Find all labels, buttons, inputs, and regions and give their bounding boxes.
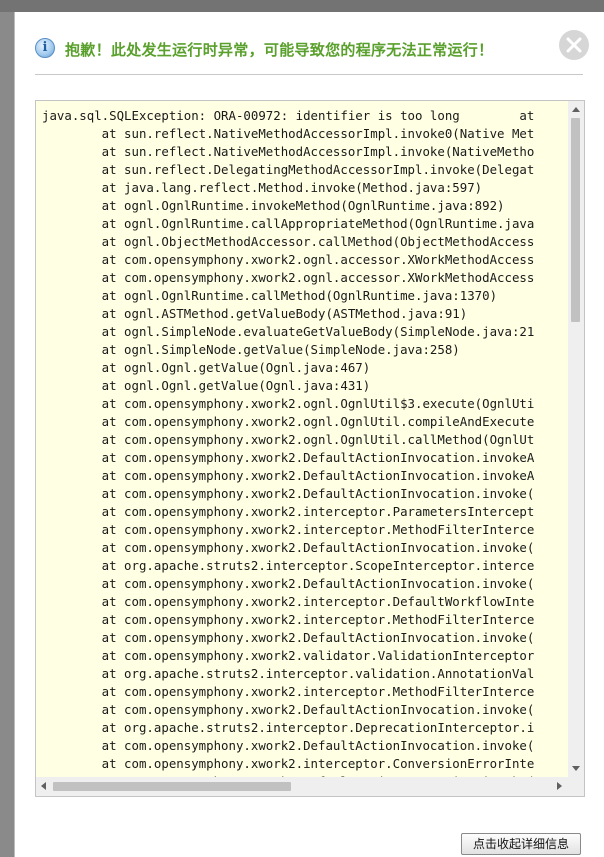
stack-trace-line: at com.opensymphony.xwork2.interceptor.M… [42,522,535,537]
stack-trace-panel[interactable]: java.sql.SQLException: ORA-00972: identi… [35,100,585,797]
info-icon: i [35,38,55,58]
header-divider [35,74,583,75]
stack-trace-line: at com.opensymphony.xwork2.interceptor.D… [42,594,535,609]
stack-trace-line: at com.opensymphony.xwork2.interceptor.P… [42,504,535,519]
stack-trace-line: at com.opensymphony.xwork2.DefaultAction… [42,702,535,717]
stack-trace-line: at com.opensymphony.xwork2.DefaultAction… [42,738,535,753]
stack-trace-line: at com.opensymphony.xwork2.DefaultAction… [42,468,535,483]
stack-trace-line: at com.opensymphony.xwork2.DefaultAction… [42,486,535,501]
stack-trace-line: at com.opensymphony.xwork2.DefaultAction… [42,540,535,555]
stack-trace-line: at sun.reflect.NativeMethodAccessorImpl.… [42,126,535,141]
stack-trace-line: at com.opensymphony.xwork2.ognl.OgnlUtil… [42,396,535,411]
stack-trace-line: java.sql.SQLException: ORA-00972: identi… [42,108,535,123]
vertical-scroll-thumb[interactable] [571,118,580,322]
stack-trace-line: at ognl.ObjectMethodAccessor.callMethod(… [42,234,535,249]
stack-trace-line: at com.opensymphony.xwork2.ognl.accessor… [42,252,535,267]
stack-trace-line: at com.opensymphony.xwork2.ognl.OgnlUtil… [42,414,535,429]
stack-trace-line: at org.apache.struts2.interceptor.valida… [42,666,535,681]
close-button[interactable] [559,30,589,60]
stack-trace-line: at com.opensymphony.xwork2.DefaultAction… [42,576,535,591]
stack-trace-text: java.sql.SQLException: ORA-00972: identi… [36,101,568,777]
page-top-bar [0,0,604,12]
close-icon [566,37,582,53]
dialog-header: i 抱歉！此处发生运行时异常，可能导致您的程序无法正常运行！ [35,30,595,78]
stack-trace-line: at ognl.Ognl.getValue(Ognl.java:431) [42,378,371,393]
dialog-title: 抱歉！此处发生运行时异常，可能导致您的程序无法正常运行！ [65,41,494,59]
scroll-right-arrow-icon[interactable] [557,782,562,790]
stack-trace-line: at ognl.Ognl.getValue(Ognl.java:467) [42,360,371,375]
stack-trace-line: at ognl.ASTMethod.getValueBody(ASTMethod… [42,306,468,321]
vertical-scrollbar[interactable] [568,101,584,777]
stack-trace-line: at org.apache.struts2.interceptor.ScopeI… [42,558,535,573]
stack-trace-line: at com.opensymphony.xwork2.DefaultAction… [42,630,535,645]
error-dialog: i 抱歉！此处发生运行时异常，可能导致您的程序无法正常运行！ java.sql.… [14,12,604,857]
stack-trace-line: at com.opensymphony.xwork2.ognl.OgnlUtil… [42,432,535,447]
stack-trace-line: at java.lang.reflect.Method.invoke(Metho… [42,180,483,195]
scroll-up-arrow-icon[interactable] [572,107,580,112]
horizontal-scroll-thumb[interactable] [53,782,291,791]
stack-trace-line: at sun.reflect.NativeMethodAccessorImpl.… [42,144,535,159]
stack-trace-line: at com.opensymphony.xwork2.validator.Val… [42,648,535,663]
stack-trace-line: at com.opensymphony.xwork2.ognl.accessor… [42,270,535,285]
stack-trace-line: at ognl.OgnlRuntime.callAppropriateMetho… [42,216,535,231]
stack-trace-line: at com.opensymphony.xwork2.interceptor.M… [42,612,535,627]
stack-trace-viewport: java.sql.SQLException: ORA-00972: identi… [36,101,568,777]
stack-trace-line: at ognl.OgnlRuntime.callMethod(OgnlRunti… [42,288,498,303]
overlay-backdrop [0,12,14,857]
scroll-down-arrow-icon[interactable] [572,766,580,771]
collapse-details-button[interactable]: 点击收起详细信息 [461,833,581,855]
stack-trace-line: at com.opensymphony.xwork2.DefaultAction… [42,450,535,465]
stack-trace-line: at com.opensymphony.xwork2.interceptor.M… [42,684,535,699]
stack-trace-line: at ognl.OgnlRuntime.invokeMethod(OgnlRun… [42,198,505,213]
stack-trace-line: at com.opensymphony.xwork2.interceptor.C… [42,756,535,771]
stack-trace-line: at sun.reflect.DelegatingMethodAccessorI… [42,162,535,177]
horizontal-scrollbar[interactable] [36,777,584,796]
stack-trace-line: at ognl.SimpleNode.getValue(SimpleNode.j… [42,342,460,357]
scroll-left-arrow-icon[interactable] [41,782,46,790]
stack-trace-line: at ognl.SimpleNode.evaluateGetValueBody(… [42,324,535,339]
stack-trace-line: at org.apache.struts2.interceptor.Deprec… [42,720,535,735]
